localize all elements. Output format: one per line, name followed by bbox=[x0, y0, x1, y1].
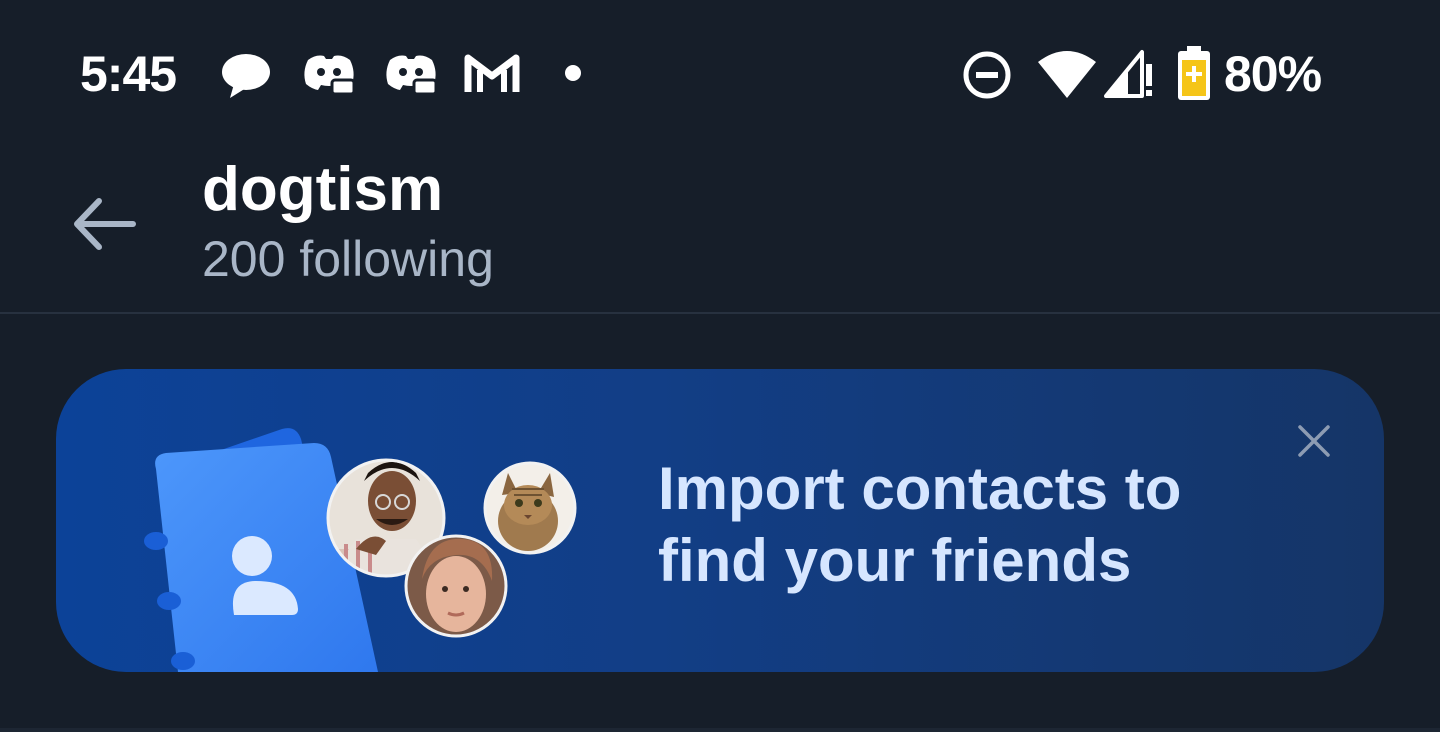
gmail-icon bbox=[464, 54, 520, 92]
import-contacts-banner[interactable]: Import contacts to find your friends bbox=[56, 369, 1384, 672]
cell-signal-icon bbox=[1104, 50, 1152, 98]
chat-bubble-icon bbox=[222, 54, 270, 98]
profile-header: dogtism 200 following bbox=[0, 140, 1440, 313]
screen: 5:45 80% dogtism 200 following Import co… bbox=[0, 0, 1440, 732]
status-bar: 5:45 80% bbox=[0, 0, 1440, 140]
banner-close-button[interactable] bbox=[1292, 419, 1336, 463]
following-count: 200 following bbox=[202, 231, 494, 287]
content-divider bbox=[0, 728, 1440, 732]
arrow-left-icon bbox=[74, 198, 136, 250]
battery-percent: 80% bbox=[1224, 46, 1322, 102]
back-button[interactable] bbox=[62, 188, 146, 260]
status-time: 5:45 bbox=[80, 46, 177, 102]
header-divider bbox=[0, 312, 1440, 314]
contacts-illustration bbox=[144, 428, 577, 672]
page-title: dogtism bbox=[202, 155, 444, 224]
discord-icon bbox=[386, 55, 438, 96]
dot-icon bbox=[565, 65, 581, 81]
discord-icon bbox=[304, 55, 356, 96]
close-icon bbox=[1298, 425, 1330, 457]
wifi-icon bbox=[1038, 51, 1096, 98]
do-not-disturb-icon bbox=[963, 51, 1011, 99]
banner-message: Import contacts to find your friends bbox=[658, 455, 1182, 594]
battery-charging-icon bbox=[1178, 46, 1210, 100]
